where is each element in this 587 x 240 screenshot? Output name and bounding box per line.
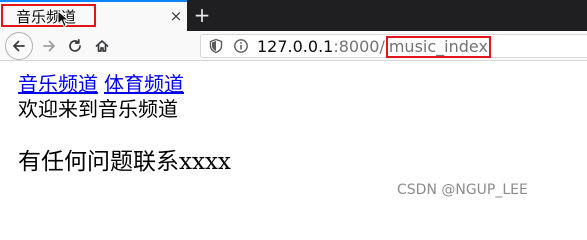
navigation-toolbar: 127.0.0.1:8000/music_index <box>0 31 587 61</box>
reload-icon <box>69 38 81 52</box>
arrow-left-icon <box>13 40 25 52</box>
channel-links: 音乐频道 体育频道 <box>18 72 184 96</box>
home-button[interactable] <box>92 36 112 56</box>
arrow-right-icon <box>43 40 55 52</box>
back-button[interactable] <box>5 32 33 60</box>
url-text[interactable]: 127.0.0.1:8000/music_index <box>257 36 491 58</box>
mouse-cursor-icon <box>57 10 70 28</box>
link-music-channel[interactable]: 音乐频道 <box>18 72 98 96</box>
home-icon <box>95 40 109 52</box>
url-path-highlight-box: music_index <box>385 36 491 58</box>
tab-title-highlight-box <box>1 4 96 27</box>
tab-strip: 音乐频道 × + <box>0 0 587 31</box>
url-host: 127.0.0.1 <box>257 37 334 56</box>
link-sports-channel[interactable]: 体育频道 <box>104 72 184 96</box>
page-content: 音乐频道 体育频道 欢迎来到音乐频道 有任何问题联系xxxx CSDN @NGUP… <box>0 62 587 213</box>
forward-button[interactable] <box>39 36 59 56</box>
site-info-icon[interactable] <box>233 38 249 54</box>
tracking-shield-icon[interactable] <box>208 38 224 54</box>
close-tab-icon[interactable]: × <box>168 8 184 24</box>
reload-button[interactable] <box>65 36 85 56</box>
watermark-text: CSDN @NGUP_LEE <box>397 182 528 198</box>
url-path: music_index <box>388 37 488 56</box>
welcome-text: 欢迎来到音乐频道 <box>18 97 178 121</box>
url-bar[interactable]: 127.0.0.1:8000/music_index <box>200 34 587 58</box>
contact-text: 有任何问题联系xxxx <box>18 149 231 175</box>
new-tab-button[interactable]: + <box>191 4 213 26</box>
url-port: :8000/ <box>333 37 385 56</box>
